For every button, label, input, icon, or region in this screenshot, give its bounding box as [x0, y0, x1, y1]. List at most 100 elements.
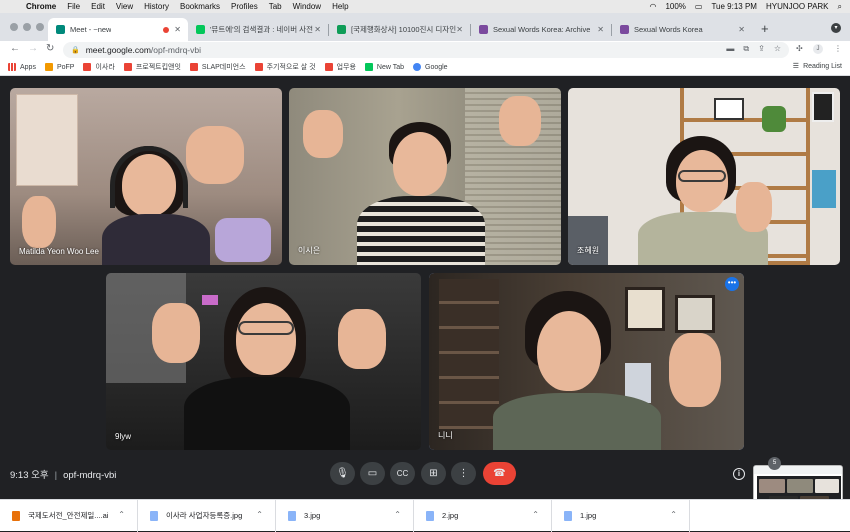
camera-in-use-icon[interactable]: ▬ [726, 44, 734, 54]
menubar-user[interactable]: HYUNJOO PARK [766, 2, 829, 11]
wifi-icon[interactable]: ◠ [649, 2, 656, 11]
menu-app-name[interactable]: Chrome [26, 2, 56, 11]
tab-design[interactable]: [국제행화상사] 10100진시 디자인 - ✕ [329, 18, 470, 41]
participant-tile[interactable]: 조혜원 [568, 88, 840, 265]
close-icon[interactable]: ✕ [738, 25, 745, 34]
menu-view[interactable]: View [116, 2, 133, 11]
bookmark-star-icon[interactable]: ☆ [774, 44, 781, 54]
profile-avatar[interactable]: J [813, 44, 823, 54]
tab-sexual-words[interactable]: Sexual Words Korea ✕ [612, 18, 752, 41]
back-arrow-icon[interactable]: ← [10, 43, 20, 54]
reload-icon[interactable]: ↻ [46, 43, 54, 54]
camera-button[interactable]: ▭ [360, 462, 385, 485]
glasses [678, 170, 726, 182]
download-item[interactable]: 국제도서전_안전제일....ai ⌃ [0, 499, 138, 532]
extensions-icon[interactable]: ✣ [796, 44, 803, 53]
close-icon[interactable]: ✕ [174, 25, 181, 34]
tab-sexual-words-archive[interactable]: Sexual Words Korea: Archive ✕ [471, 18, 611, 41]
download-item[interactable]: 1.jpg ⌃ [552, 499, 690, 532]
window-zoom-button[interactable] [36, 23, 44, 31]
bookmark-periodic[interactable]: 주기적으로 살 것 [254, 62, 316, 72]
participant-tile[interactable]: 이시은 [289, 88, 561, 265]
bookmark-apps[interactable]: Apps [8, 63, 36, 71]
download-item[interactable]: 3.jpg ⌃ [276, 499, 414, 532]
menu-edit[interactable]: Edit [91, 2, 105, 11]
bookmark-work[interactable]: 업무용 [324, 62, 356, 72]
menu-bookmarks[interactable]: Bookmarks [180, 2, 220, 11]
bookmark-new-tab[interactable]: New Tab [364, 63, 404, 71]
chevron-up-icon[interactable]: ⌃ [394, 510, 401, 519]
naver-n-icon [364, 63, 373, 71]
address-bar[interactable]: 🔒 meet.google.com /opf-mdrq-vbi ▬ ⧉ ⇪ ☆ [63, 42, 789, 58]
chevron-up-icon[interactable]: ⌃ [670, 510, 677, 519]
meet-stage: Matilda Yeon Woo Lee 이시은 조혜원 9lyw ••• 니니… [0, 77, 850, 497]
bookmark-slap[interactable]: SLAP데미언스 [189, 62, 246, 72]
tab-title: [국제행화상사] 10100진시 디자인 - [351, 25, 459, 34]
close-icon[interactable]: ✕ [314, 25, 321, 34]
download-item[interactable]: 2.jpg ⌃ [414, 499, 552, 532]
photo-frame [714, 98, 744, 120]
url-path: /opf-mdrq-vbi [150, 45, 201, 55]
site-favicon-icon [479, 25, 488, 34]
tab-meet[interactable]: Meet - ~new ✕ [48, 18, 188, 41]
menu-profiles[interactable]: Profiles [231, 2, 258, 11]
site-favicon-icon [620, 25, 629, 34]
wall-art [812, 92, 834, 122]
present-screen-button[interactable]: ⊞ [421, 462, 446, 485]
menubar-clock[interactable]: Tue 9:13 PM [711, 2, 757, 11]
chevron-up-icon[interactable]: ⌃ [256, 510, 263, 519]
bookmark-pofp[interactable]: PoFP [44, 63, 74, 71]
download-item[interactable]: 이사라 사업자등록증.jpg ⌃ [138, 499, 276, 532]
menu-tab[interactable]: Tab [269, 2, 282, 11]
image-file-icon [564, 510, 572, 521]
waving-hand [499, 96, 541, 146]
meeting-code: opf-mdrq-vbi [63, 470, 117, 481]
chevron-up-icon[interactable]: ⌃ [118, 510, 125, 519]
folder-icon [254, 63, 263, 71]
reading-list-button[interactable]: ☰ Reading List [793, 62, 842, 71]
folder-icon [83, 63, 92, 71]
window-close-button[interactable] [10, 23, 18, 31]
tab-title: '뮤트에'의 검색결과 : 네이버 사전 [210, 25, 313, 34]
tab-search-chevron-icon[interactable]: ▾ [831, 23, 841, 33]
menu-help[interactable]: Help [332, 2, 348, 11]
battery-icon[interactable]: ▭ [695, 2, 703, 11]
participant-tile[interactable]: 9lyw [106, 273, 421, 450]
window-minimize-button[interactable] [23, 23, 31, 31]
microphone-button[interactable]: 🎙 [330, 462, 355, 485]
url-host: meet.google.com [85, 45, 151, 55]
forward-arrow-icon[interactable]: → [28, 43, 38, 54]
close-icon[interactable]: ✕ [456, 25, 463, 34]
bookmark-isara[interactable]: 이사라 [83, 62, 115, 72]
menu-history[interactable]: History [144, 2, 169, 11]
bookmark-project[interactable]: 프로젝트킵앤잇 [123, 62, 181, 72]
leave-call-button[interactable]: ☎ [483, 462, 516, 485]
close-icon[interactable]: ✕ [597, 25, 604, 34]
more-options-icon[interactable]: ••• [725, 277, 739, 291]
folder-icon [123, 63, 132, 71]
participant-face [393, 132, 447, 196]
meeting-info-icon[interactable]: i [733, 468, 745, 480]
translate-icon[interactable]: ⧉ [743, 44, 749, 54]
participant-tile[interactable]: Matilda Yeon Woo Lee [10, 88, 282, 265]
new-tab-plus-icon[interactable]: + [761, 21, 769, 36]
menu-window[interactable]: Window [293, 2, 321, 11]
participant-tile-active-speaker[interactable]: ••• 니니 [429, 273, 744, 450]
striped-shirt [357, 196, 485, 265]
menu-file[interactable]: File [67, 2, 80, 11]
captions-button[interactable]: CC [390, 462, 415, 485]
more-options-button[interactable]: ⋮ [451, 462, 476, 485]
kebab-menu-icon[interactable]: ⋮ [834, 44, 842, 53]
lock-icon[interactable]: 🔒 [71, 46, 80, 54]
share-icon[interactable]: ⇪ [758, 44, 765, 54]
tab-naver-dictionary[interactable]: '뮤트에'의 검색결과 : 네이버 사전 ✕ [188, 18, 328, 41]
meet-favicon-icon [56, 25, 65, 34]
bookmark-google[interactable]: Google [413, 63, 448, 71]
waving-hand [303, 110, 343, 158]
tab-strip: Meet - ~new ✕ '뮤트에'의 검색결과 : 네이버 사전 ✕ [국제… [0, 13, 850, 41]
apps-grid-icon [8, 63, 16, 71]
search-icon[interactable]: ⌕ [838, 2, 842, 12]
downloads-bar: 국제도서전_안전제일....ai ⌃ 이사라 사업자등록증.jpg ⌃ 3.jp… [0, 499, 850, 532]
image-file-icon [426, 510, 434, 521]
chevron-up-icon[interactable]: ⌃ [532, 510, 539, 519]
